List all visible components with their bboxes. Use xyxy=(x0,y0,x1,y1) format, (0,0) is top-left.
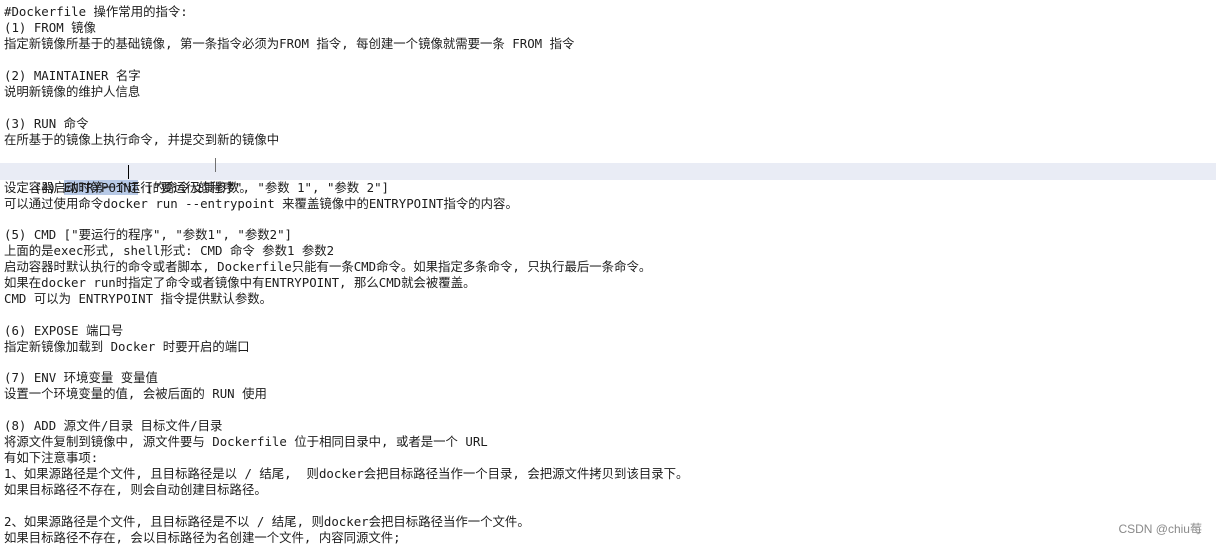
doc-line-8: (3) RUN 命令 xyxy=(4,116,89,131)
doc-line-12: 设定容器启动时第一个运行的命令及其参数。 xyxy=(4,180,252,195)
csdn-watermark: CSDN @chiu莓 xyxy=(1118,522,1202,536)
doc-line-17: 启动容器时默认执行的命令或者脚本, Dockerfile只能有一条CMD命令。如… xyxy=(4,259,652,274)
text-editor[interactable]: #Dockerfile 操作常用的指令: (1) FROM 镜像 指定新镜像所基… xyxy=(0,0,1216,546)
doc-line-28: 将源文件复制到镜像中, 源文件要与 Dockerfile 位于相同目录中, 或者… xyxy=(4,434,488,449)
doc-line-25: 设置一个环境变量的值, 会被后面的 RUN 使用 xyxy=(4,386,267,401)
doc-line-24: (7) ENV 环境变量 变量值 xyxy=(4,370,158,385)
doc-line-2: (1) FROM 镜像 xyxy=(4,20,96,35)
doc-line-19: CMD 可以为 ENTRYPOINT 指令提供默认参数。 xyxy=(4,291,273,306)
mouse-ibeam-cursor xyxy=(215,158,216,172)
doc-line-5: (2) MAINTAINER 名字 xyxy=(4,68,141,83)
doc-line-13: 可以通过使用命令docker run --entrypoint 来覆盖镜像中的E… xyxy=(4,196,518,211)
doc-line-22: 指定新镜像加载到 Docker 时要开启的端口 xyxy=(4,339,250,354)
doc-line-6: 说明新镜像的维护人信息 xyxy=(4,84,141,99)
doc-line-27: (8) ADD 源文件/目录 目标文件/目录 xyxy=(4,418,223,433)
doc-line-34: 如果目标路径不存在, 会以目标路径为名创建一个文件, 内容同源文件; xyxy=(4,530,401,545)
doc-line-9: 在所基于的镜像上执行命令, 并提交到新的镜像中 xyxy=(4,132,280,147)
doc-line-1: #Dockerfile 操作常用的指令: xyxy=(4,4,188,19)
doc-line-3: 指定新镜像所基于的基础镜像, 第一条指令必须为FROM 指令, 每创建一个镜像就… xyxy=(4,36,575,51)
doc-line-31: 如果目标路径不存在, 则会自动创建目标路径。 xyxy=(4,482,267,497)
text-caret xyxy=(128,165,129,179)
doc-line-21: (6) EXPOSE 端口号 xyxy=(4,323,124,338)
doc-line-15: (5) CMD ["要运行的程序", "参数1", "参数2"] xyxy=(4,227,293,242)
doc-line-18: 如果在docker run时指定了命令或者镜像中有ENTRYPOINT, 那么C… xyxy=(4,275,476,290)
doc-line-29: 有如下注意事项: xyxy=(4,450,99,465)
doc-line-33: 2、如果源路径是个文件, 且目标路径是不以 / 结尾, 则docker会把目标路… xyxy=(4,514,530,529)
doc-line-30: 1、如果源路径是个文件, 且目标路径是以 / 结尾, 则docker会把目标路径… xyxy=(4,466,689,481)
doc-line-11-entrypoint: (4) ENTRYPOINT ["要运行的程序", "参数 1", "参数 2"… xyxy=(4,164,389,195)
doc-line-16: 上面的是exec形式, shell形式: CMD 命令 参数1 参数2 xyxy=(4,243,335,258)
